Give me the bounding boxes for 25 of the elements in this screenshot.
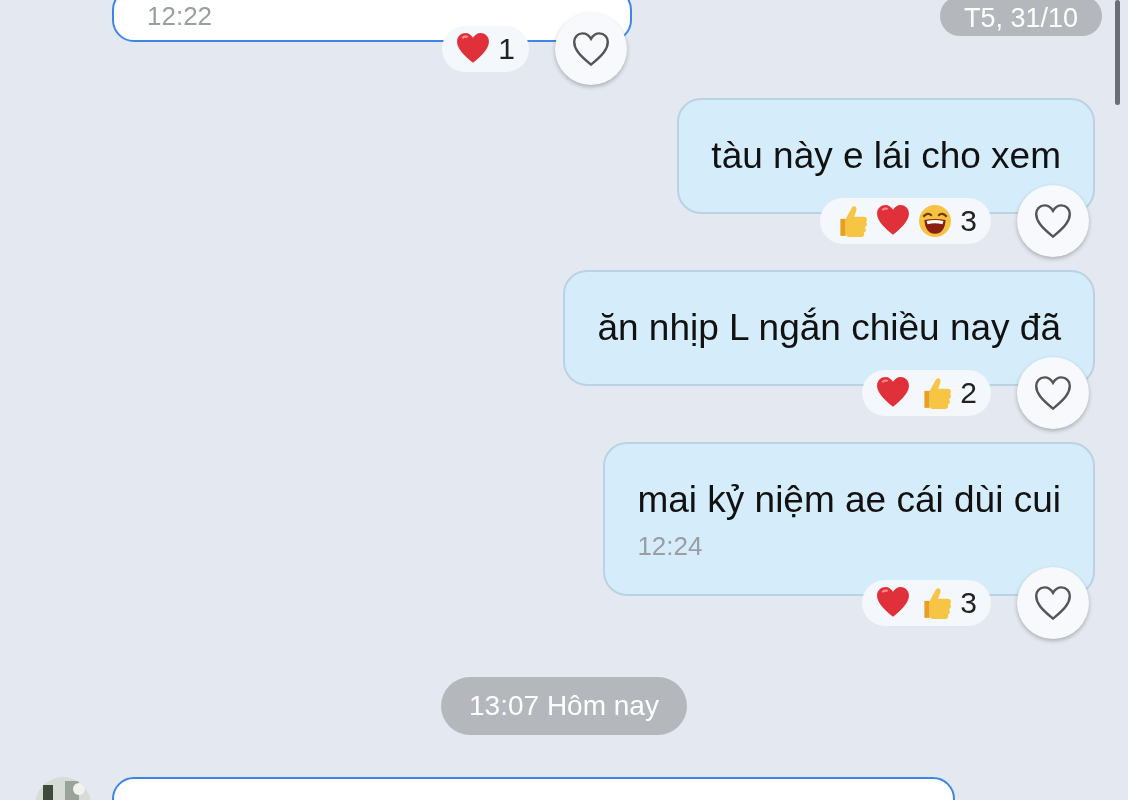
like-button[interactable] bbox=[555, 13, 627, 85]
heart-icon bbox=[1033, 203, 1073, 239]
scrollbar[interactable] bbox=[1115, 0, 1120, 105]
laughing-face-icon bbox=[918, 204, 953, 238]
reaction-count: 3 bbox=[960, 586, 977, 620]
message-time: 12:24 bbox=[637, 532, 704, 560]
date-pill: T5, 31/10 bbox=[939, 0, 1102, 36]
heart-icon bbox=[1033, 585, 1073, 621]
reaction-pill[interactable]: 3 bbox=[820, 198, 991, 244]
heart-icon bbox=[571, 31, 611, 67]
reaction-pill[interactable]: 2 bbox=[862, 370, 991, 416]
reaction-count: 3 bbox=[960, 204, 977, 238]
date-pill: 13:07 Hôm nay bbox=[441, 677, 687, 735]
like-button[interactable] bbox=[1017, 357, 1089, 429]
message-time: 12:22 bbox=[147, 2, 214, 30]
like-button[interactable] bbox=[1017, 185, 1089, 257]
reaction-pill[interactable]: 3 bbox=[862, 580, 991, 626]
message-text: tàu này e lái cho xem bbox=[711, 134, 1061, 178]
message-text: mai kỷ niệm ae cái dùi cui bbox=[637, 478, 1061, 522]
reaction-count: 2 bbox=[960, 376, 977, 410]
message-text: ăn nhịp L ngắn chiều nay đã bbox=[597, 306, 1061, 350]
like-button[interactable] bbox=[1017, 567, 1089, 639]
heart-icon bbox=[1033, 375, 1073, 411]
reaction-count: 1 bbox=[498, 32, 515, 66]
reaction-pill[interactable]: 1 bbox=[442, 26, 529, 72]
